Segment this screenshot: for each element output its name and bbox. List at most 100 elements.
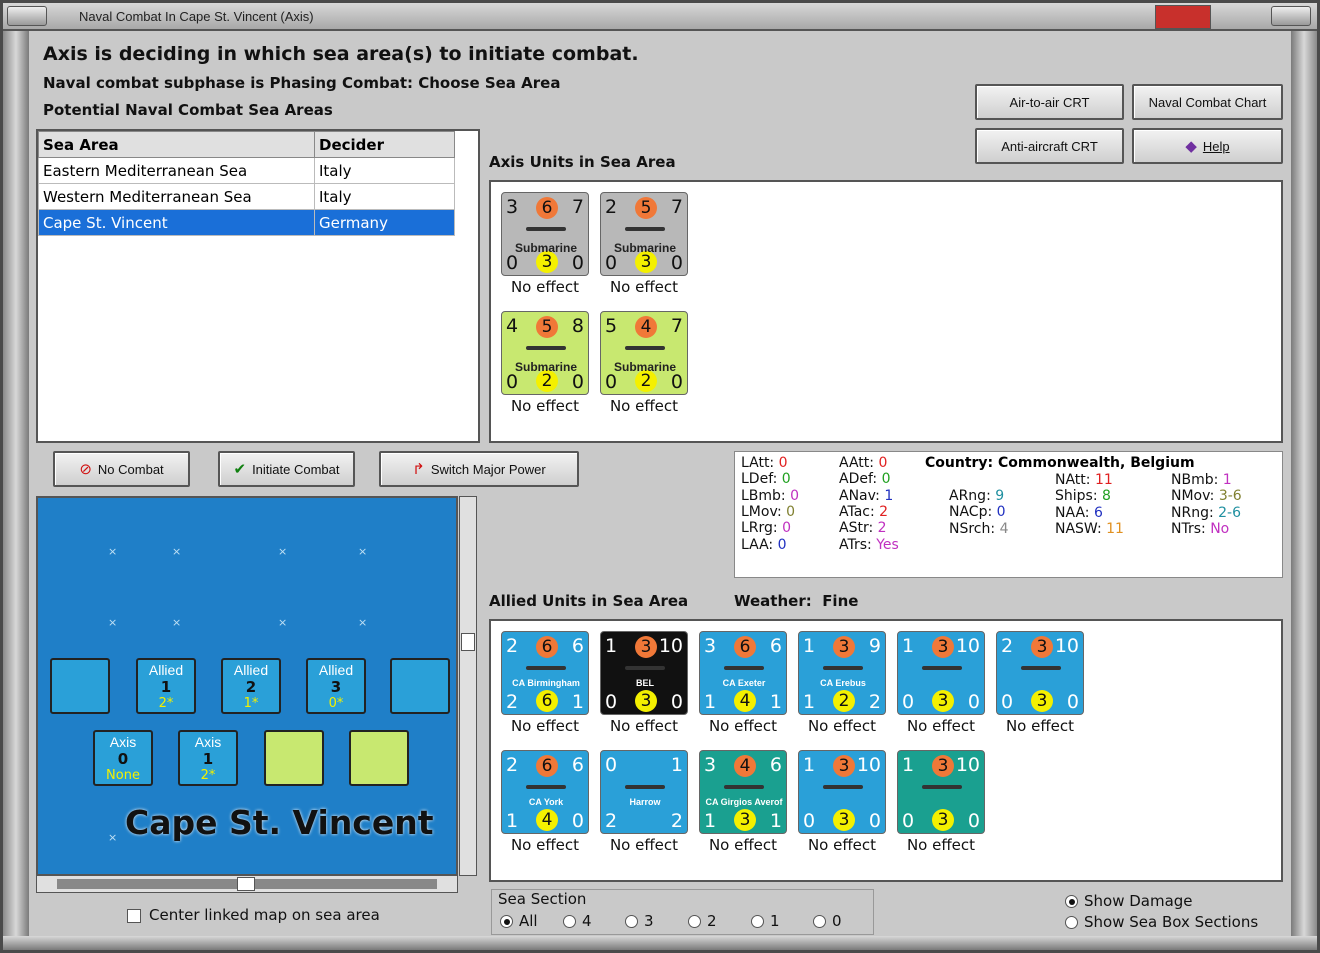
switch-major-power-button[interactable]: ↱ Switch Major Power — [379, 451, 579, 487]
sea-box-counter[interactable]: Allied 3 0* — [306, 658, 366, 714]
counter-value: 10 — [955, 635, 980, 657]
unit-counter[interactable]: 1 10 0 0 3 3 No effect — [897, 631, 985, 735]
allied-units-panel: 2 6 2 1 6 6 CA Birmingham No effect 1 10 0 0 3 3 BEL No… — [489, 619, 1283, 882]
sea-box-counter[interactable]: Allied 2 1* — [221, 658, 281, 714]
radio-button[interactable] — [1065, 916, 1078, 929]
table-row[interactable]: Western Mediterranean Sea Italy — [38, 183, 455, 210]
sea-section-radio-1[interactable]: 4 — [563, 912, 592, 930]
close-button[interactable] — [1271, 6, 1311, 26]
stat-label: AAtt: — [839, 455, 874, 471]
unit-counter[interactable]: 0 1 2 2 Harrow No effect — [600, 750, 688, 854]
map-vertical-scrollbar[interactable] — [459, 496, 477, 876]
unit-counter[interactable]: 1 10 0 0 3 3 No effect — [897, 750, 985, 854]
unit-counter[interactable]: 2 6 1 0 6 4 CA York No effect — [501, 750, 589, 854]
sea-section-radio-5[interactable]: 0 — [813, 912, 842, 930]
unit-counter[interactable]: 2 10 0 0 3 3 No effect — [996, 631, 1084, 735]
map-unit-counter[interactable] — [264, 730, 324, 786]
counter-value: 5 — [605, 315, 618, 337]
sea-box-modifier: 1* — [243, 696, 259, 711]
radio-button[interactable] — [1065, 895, 1078, 908]
combat-effect: No effect — [609, 836, 679, 854]
naval-combat-chart-button[interactable]: Naval Combat Chart — [1132, 84, 1283, 120]
stat-value: 0 — [786, 503, 796, 520]
unit-counter[interactable]: 1 10 0 0 3 3 BEL No effect — [600, 631, 688, 735]
help-button[interactable]: ◆ Help — [1132, 128, 1283, 164]
show-sea-box-sections-radio[interactable]: Show Sea Box Sections — [1065, 913, 1258, 931]
counter-face: 5 7 0 0 4 2 Submarine — [600, 311, 688, 395]
map-unit-counter[interactable] — [349, 730, 409, 786]
defense-factor: 2 — [833, 690, 855, 712]
map-unit-counter[interactable] — [390, 658, 450, 714]
combat-effect: No effect — [708, 836, 778, 854]
radio-button[interactable] — [688, 915, 701, 928]
unit-counter[interactable]: 2 7 0 0 5 3 Submarine No effect — [600, 192, 688, 296]
counter-value: 2 — [605, 810, 618, 832]
column-header[interactable]: Sea Area — [38, 131, 315, 158]
country-label: Country: — [925, 455, 994, 471]
map-sea-area-name: Cape St. Vincent — [125, 803, 434, 842]
help-book-icon: ◆ — [1185, 138, 1197, 155]
unit-counter[interactable]: 3 6 1 1 4 3 CA Girgios Averof No effect — [699, 750, 787, 854]
map-marker-icon: × — [108, 545, 118, 558]
no-combat-button[interactable]: ⊘ No Combat — [53, 451, 190, 487]
unit-counter[interactable]: 5 7 0 0 4 2 Submarine No effect — [600, 311, 688, 415]
combat-effect: No effect — [510, 397, 580, 415]
unit-counter[interactable]: 3 6 1 1 6 4 CA Exeter No effect — [699, 631, 787, 735]
counter-value: 1 — [605, 635, 618, 657]
table-row[interactable]: Eastern Mediterranean Sea Italy — [38, 157, 455, 184]
button-label: Air-to-air CRT — [1009, 94, 1090, 110]
sea-section-radio-3[interactable]: 2 — [688, 912, 717, 930]
counter-value: 3 — [506, 196, 519, 218]
radio-button[interactable] — [751, 915, 764, 928]
stat-label: AStr: — [839, 520, 874, 537]
unit-counter[interactable]: 1 10 0 0 3 3 No effect — [798, 750, 886, 854]
stat-value: 0 — [790, 487, 800, 504]
sea-section-radio-4[interactable]: 1 — [751, 912, 780, 930]
counter-value: 6 — [769, 754, 782, 776]
stat-label: NSrch: — [949, 520, 996, 537]
radio-button[interactable] — [813, 915, 826, 928]
sea-box-counter[interactable]: Axis 1 2* — [178, 730, 238, 786]
sea-section-radio-2[interactable]: 3 — [625, 912, 654, 930]
show-damage-radio[interactable]: Show Damage — [1065, 892, 1193, 910]
defense-factor: 3 — [635, 690, 657, 712]
title-bar[interactable]: Naval Combat In Cape St. Vincent (Axis) — [3, 3, 1317, 31]
anti-aircraft-crt-button[interactable]: Anti-aircraft CRT — [975, 128, 1124, 164]
radio-button[interactable] — [563, 915, 576, 928]
sea-box-modifier: 2* — [158, 696, 174, 711]
stat-value: 1 — [1222, 472, 1232, 488]
sea-box-modifier: 2* — [200, 768, 216, 783]
table-row-selected[interactable]: Cape St. Vincent Germany — [38, 209, 455, 236]
stat-value: Yes — [876, 536, 899, 553]
unit-counter[interactable]: 3 7 0 0 6 3 Submarine No effect — [501, 192, 589, 296]
axis-units-panel: 3 7 0 0 6 3 Submarine No effect 2 7 0 0 5 3 Submarine N… — [489, 180, 1283, 443]
ship-silhouette-icon — [526, 785, 566, 789]
counter-value: 0 — [605, 371, 618, 393]
scroll-thumb[interactable] — [461, 633, 475, 651]
sea-box-counter[interactable]: Allied 1 2* — [136, 658, 196, 714]
radio-button[interactable] — [500, 915, 513, 928]
air-to-air-crt-button[interactable]: Air-to-air CRT — [975, 84, 1124, 120]
unit-counter[interactable]: 4 8 0 0 5 2 Submarine No effect — [501, 311, 589, 415]
unit-name: Harrow — [629, 797, 661, 807]
scroll-thumb[interactable] — [237, 877, 255, 891]
center-map-checkbox[interactable]: Center linked map on sea area — [127, 906, 380, 924]
column-header[interactable]: Decider — [314, 131, 455, 158]
counter-face: 1 10 0 0 3 3 — [897, 750, 985, 834]
unit-counter[interactable]: 2 6 2 1 6 6 CA Birmingham No effect — [501, 631, 589, 735]
unit-counter[interactable]: 1 9 1 2 3 2 CA Erebus No effect — [798, 631, 886, 735]
counter-value: 7 — [571, 196, 584, 218]
radio-button[interactable] — [625, 915, 638, 928]
table-cell: Eastern Mediterranean Sea — [38, 157, 315, 184]
map-unit-counter[interactable] — [50, 658, 110, 714]
ship-silhouette-icon — [724, 666, 764, 670]
checkbox-box[interactable] — [127, 908, 141, 923]
button-label: Initiate Combat — [252, 461, 340, 477]
counter-value: 0 — [506, 371, 519, 393]
counter-face: 1 9 1 2 3 2 CA Erebus — [798, 631, 886, 715]
initiate-combat-button[interactable]: ✔ Initiate Combat — [218, 451, 355, 487]
system-menu-button[interactable] — [7, 6, 47, 26]
sea-section-radio-0[interactable]: All — [500, 912, 538, 930]
map-horizontal-scrollbar[interactable] — [36, 875, 458, 893]
sea-box-counter[interactable]: Axis 0 None — [93, 730, 153, 786]
